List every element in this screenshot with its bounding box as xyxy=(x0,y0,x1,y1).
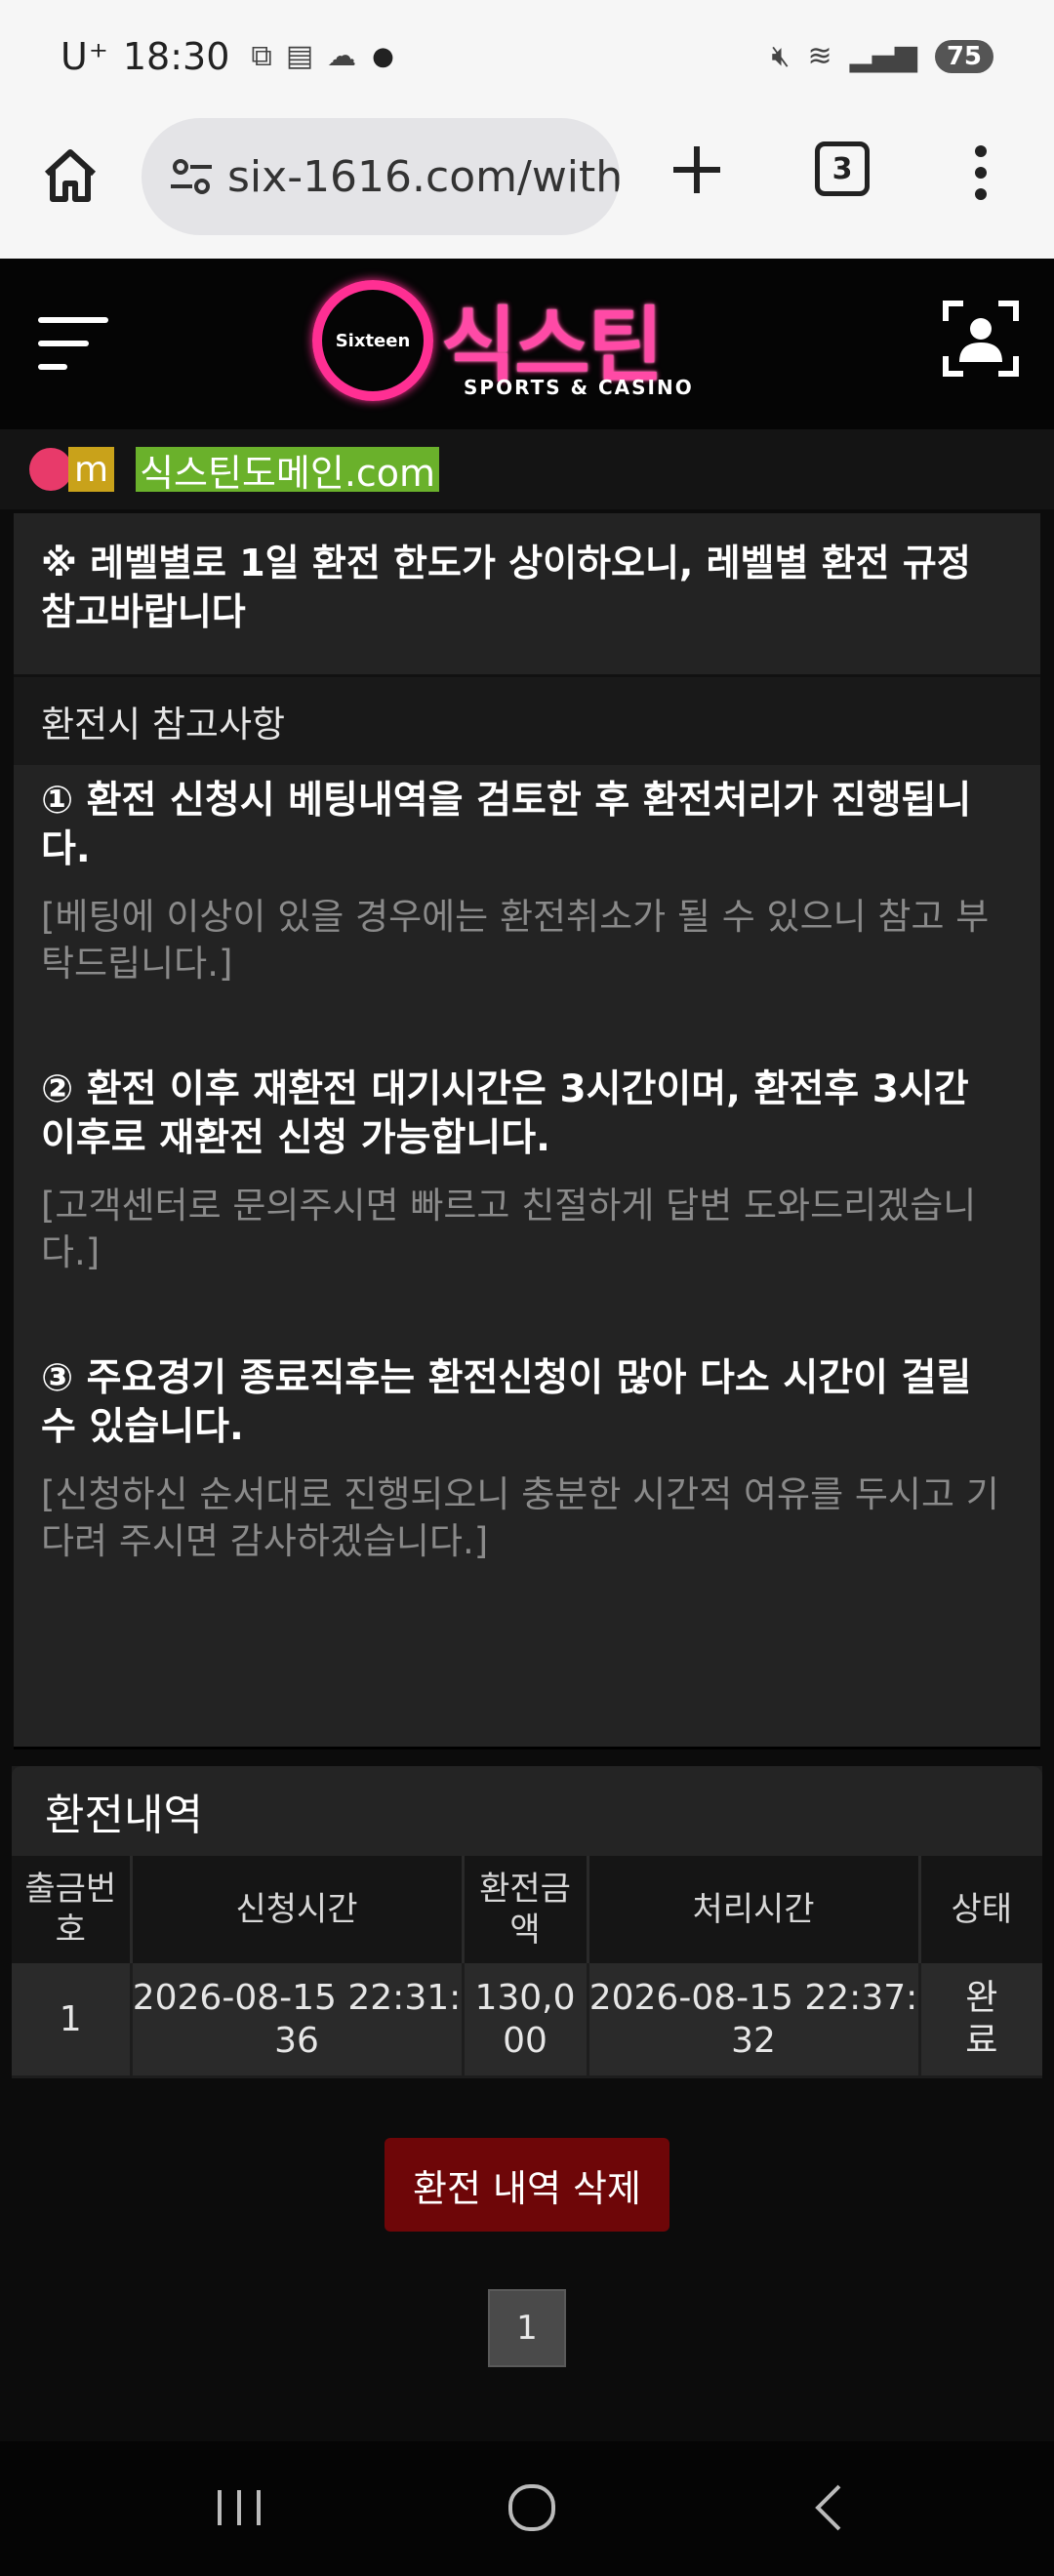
browser-toolbar: six-1616.com/with 3 xyxy=(0,112,1054,259)
notice-item: ③ 주요경기 종료직후는 환전신청이 많아 다소 시간이 걸릴 수 있습니다. … xyxy=(14,1354,1040,1565)
logo-badge-text: Sixteen xyxy=(335,330,411,351)
withdrawal-notice-panel: ※ 레벨별로 1일 환전 한도가 상이하오니, 레벨별 환전 규정 참고바랍니다… xyxy=(14,513,1040,1750)
calendar-icon: ▤ xyxy=(285,39,314,73)
domain-marquee: m 식스틴도메인.com xyxy=(0,429,1054,509)
cell-amount: 130,000 xyxy=(463,1963,589,2075)
more-notifications-icon: ● xyxy=(372,41,394,71)
notice-item-note: [신청하신 순서대로 진행되오니 충분한 시간적 여유를 두시고 기다려 주시면… xyxy=(41,1473,999,1562)
delete-history-button[interactable]: 환전 내역 삭제 xyxy=(385,2138,669,2232)
domain-link[interactable]: 식스틴도메인.com xyxy=(136,447,440,495)
home-nav-icon[interactable] xyxy=(503,2478,561,2537)
notice-item: ② 환전 이후 재환전 대기시간은 3시간이며, 환전후 3시간 이후로 재환전… xyxy=(14,1066,1040,1276)
pagination-page-button[interactable]: 1 xyxy=(488,2289,566,2367)
column-header: 출금번호 xyxy=(12,1856,133,1963)
notice-item: ① 환전 신청시 베팅내역을 검토한 후 환전처리가 진행됩니다. [베팅에 이… xyxy=(14,777,1040,987)
withdrawal-history: 환전내역 출금번호 신청시간 환전금액 처리시간 상태 1 2026-08-15… xyxy=(12,1766,1042,2078)
notice-item-title: ③ 주요경기 종료직후는 환전신청이 많아 다소 시간이 걸릴 수 있습니다. xyxy=(41,1356,972,1449)
mute-icon: 🔇︎ xyxy=(771,39,790,73)
more-options-icon[interactable] xyxy=(966,141,995,204)
notice-section-title: 환전시 참고사항 xyxy=(14,677,1040,765)
logo-subtitle: SPORTS & CASINO xyxy=(464,376,694,399)
site-settings-icon[interactable] xyxy=(167,152,216,201)
back-icon[interactable] xyxy=(800,2478,859,2537)
history-title: 환전내역 xyxy=(12,1766,1042,1856)
screenshot-icon: ⧉ xyxy=(251,39,272,73)
clock: 18:30 xyxy=(122,34,230,78)
heart-icon xyxy=(29,448,72,491)
battery-indicator: 75 xyxy=(934,39,993,73)
site-header: Sixteen 식스틴 SPORTS & CASINO xyxy=(0,259,1054,429)
weather-icon: ☁ xyxy=(327,39,357,73)
cell-processed-time: 2026-08-15 22:37:32 xyxy=(588,1963,921,2075)
user-profile-icon[interactable] xyxy=(942,300,1020,378)
marquee-prefix: m xyxy=(68,447,115,492)
site-logo[interactable]: Sixteen 식스틴 SPORTS & CASINO xyxy=(312,280,742,407)
column-header: 신청시간 xyxy=(131,1856,465,1963)
notification-icons: ⧉ ▤ ☁ xyxy=(251,39,356,73)
home-icon[interactable] xyxy=(39,144,101,207)
cell-no: 1 xyxy=(12,1963,133,2075)
url-text: six-1616.com/with xyxy=(227,151,620,202)
wifi-icon: ≋ xyxy=(807,39,832,73)
address-bar[interactable]: six-1616.com/with xyxy=(142,118,620,235)
column-header: 처리시간 xyxy=(588,1856,921,1963)
hamburger-menu-icon[interactable] xyxy=(37,312,109,375)
column-header: 환전금액 xyxy=(463,1856,589,1963)
cell-status: 완료 xyxy=(919,1963,1042,2075)
column-header: 상태 xyxy=(951,1890,1013,1929)
history-table: 출금번호 신청시간 환전금액 처리시간 상태 1 2026-08-15 22:3… xyxy=(12,1856,1042,2075)
recent-apps-icon[interactable] xyxy=(210,2478,268,2537)
tab-switcher-button[interactable]: 3 xyxy=(815,141,870,196)
table-header-row: 출금번호 신청시간 환전금액 처리시간 상태 xyxy=(12,1856,1042,1963)
notice-item-title: ① 환전 신청시 베팅내역을 검토한 후 환전처리가 진행됩니다. xyxy=(41,779,972,871)
cell-requested-time: 2026-08-15 22:31:36 xyxy=(131,1963,465,2075)
table-row: 1 2026-08-15 22:31:36 130,000 2026-08-15… xyxy=(12,1963,1042,2075)
level-limit-notice: ※ 레벨별로 1일 환전 한도가 상이하오니, 레벨별 환전 규정 참고바랍니다 xyxy=(14,513,1040,677)
signal-icon: ▂▄▆ xyxy=(849,39,917,73)
system-navigation-bar xyxy=(0,2441,1054,2576)
notice-item-note: [베팅에 이상이 있을 경우에는 환전취소가 될 수 있으니 참고 부탁드립니다… xyxy=(41,896,990,985)
notice-item-title: ② 환전 이후 재환전 대기시간은 3시간이며, 환전후 3시간 이후로 재환전… xyxy=(41,1067,969,1160)
status-bar: U⁺ 18:30 ⧉ ▤ ☁ ● 🔇︎ ≋ ▂▄▆ 75 xyxy=(0,0,1054,112)
notice-item-note: [고객센터로 문의주시면 빠르고 친절하게 답변 도와드리겠습니다.] xyxy=(41,1185,977,1273)
logo-ring-icon: Sixteen xyxy=(312,280,433,401)
new-tab-icon[interactable] xyxy=(666,139,728,201)
carrier-label: U⁺ xyxy=(61,34,109,78)
